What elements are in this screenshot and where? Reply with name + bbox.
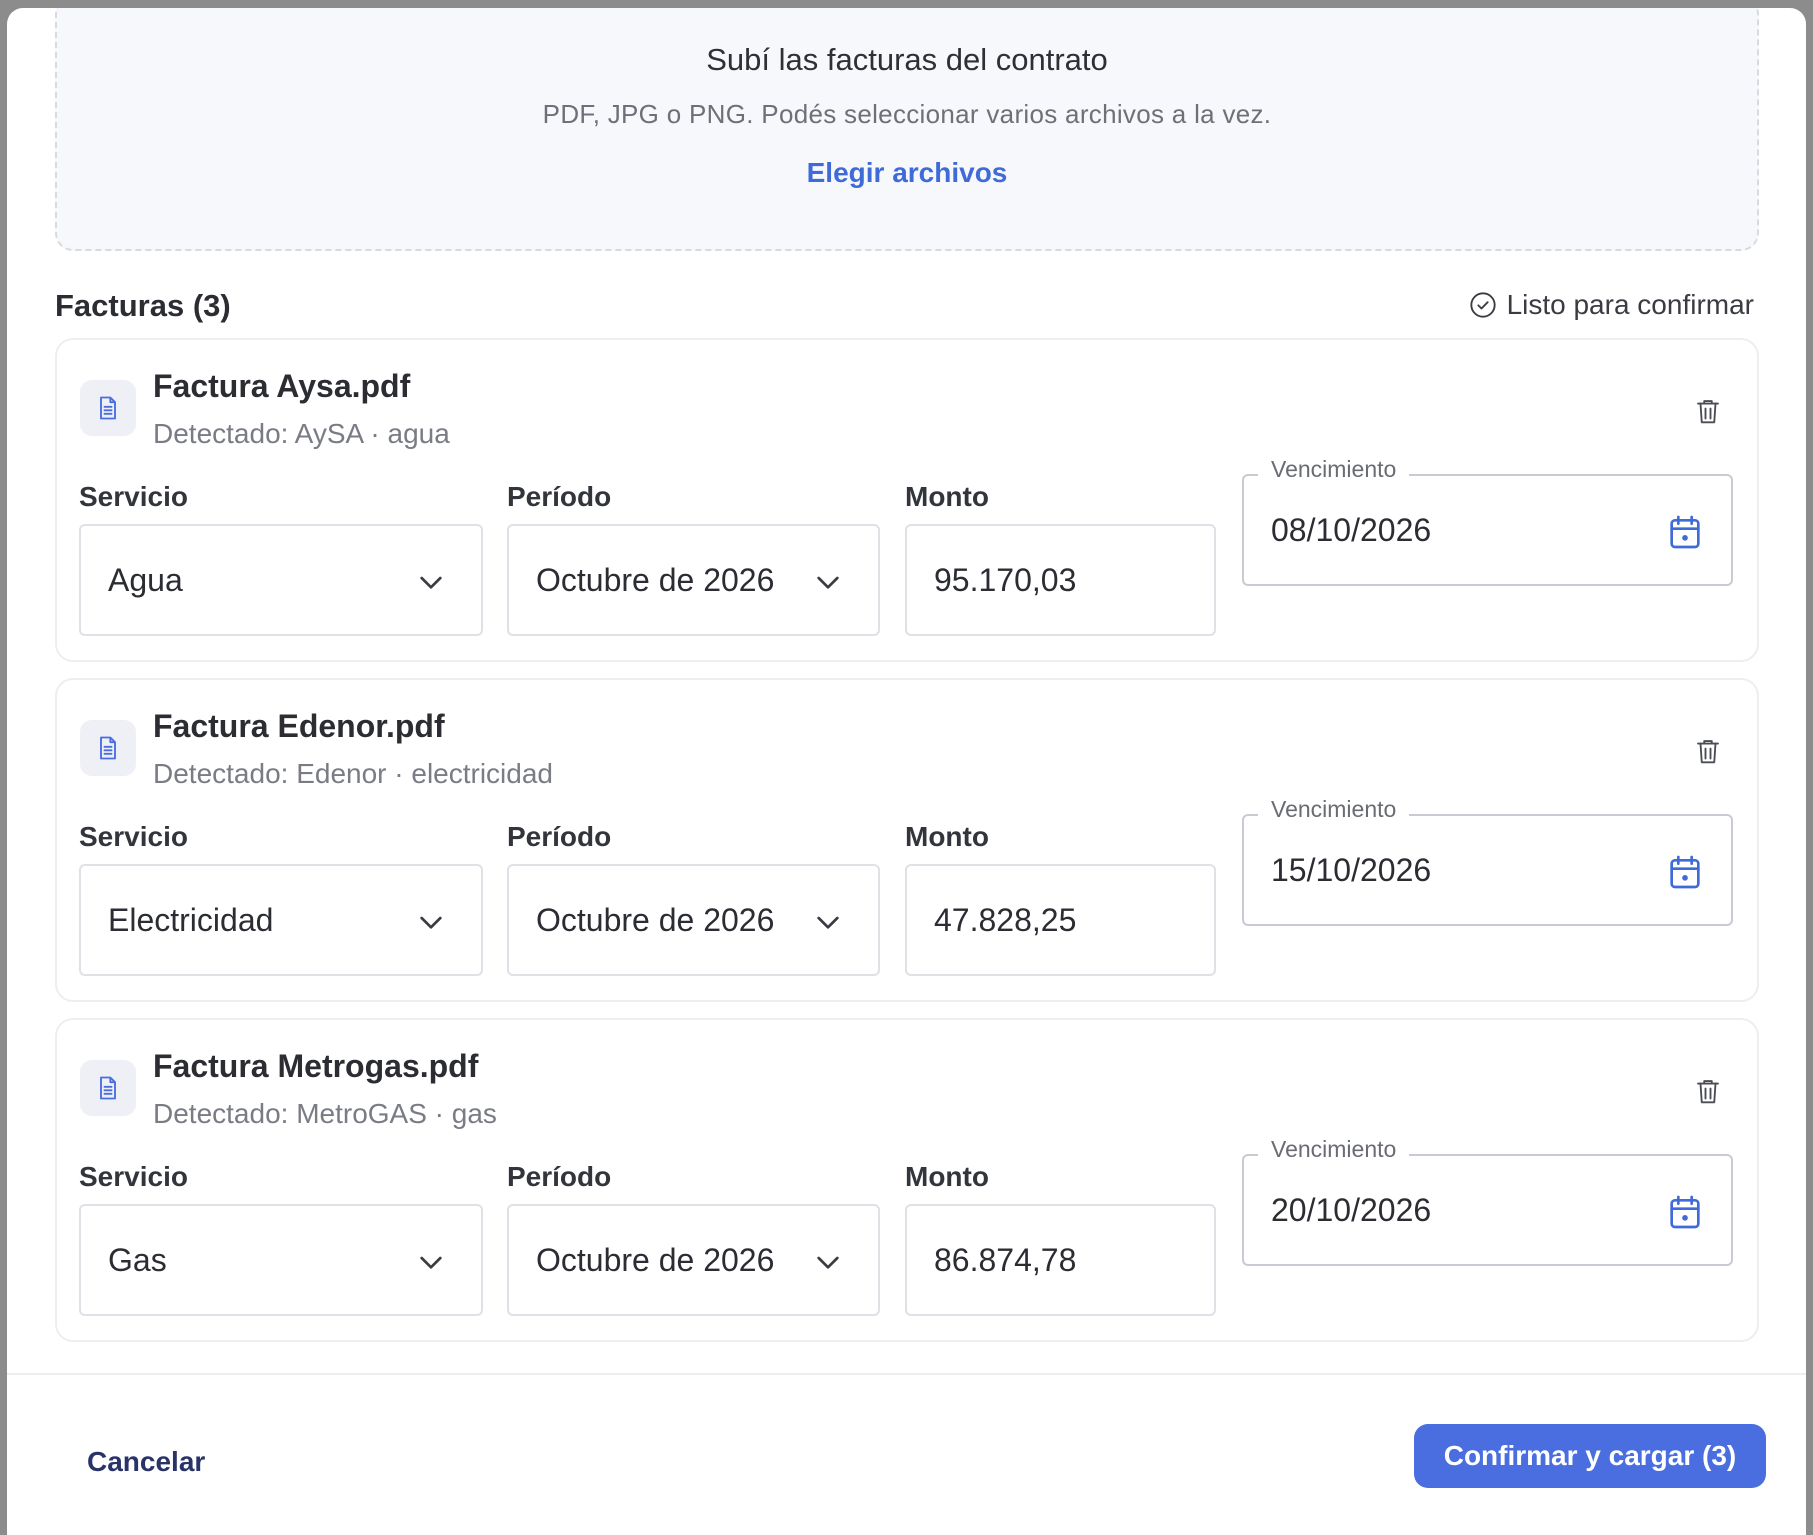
chevron-down-icon	[817, 576, 839, 589]
vencimiento-value: 15/10/2026	[1271, 851, 1432, 888]
periodo-label: Período	[507, 481, 612, 512]
vencimiento-label: Vencimiento	[1258, 796, 1410, 823]
file-name: Factura Metrogas.pdf	[153, 1048, 479, 1084]
trash-icon[interactable]	[1693, 1076, 1723, 1106]
vencimiento-value: 20/10/2026	[1271, 1191, 1432, 1228]
periodo-value: Octubre de 2026	[536, 561, 775, 598]
document-icon	[80, 380, 136, 436]
periodo-select[interactable]: Octubre de 2026	[507, 1204, 880, 1316]
trash-icon[interactable]	[1693, 396, 1723, 426]
vencimiento-date-field[interactable]: Vencimiento 15/10/2026	[1242, 796, 1733, 926]
monto-label: Monto	[905, 821, 989, 852]
monto-input[interactable]: 47.828,25	[905, 864, 1216, 976]
servicio-value: Gas	[108, 1241, 167, 1278]
trash-icon[interactable]	[1693, 736, 1723, 766]
servicio-value: Electricidad	[108, 901, 274, 938]
chevron-down-icon	[420, 1256, 442, 1269]
servicio-select[interactable]: Gas	[79, 1204, 483, 1316]
periodo-label: Período	[507, 1161, 612, 1192]
invoice-card: Factura Metrogas.pdf Detectado: MetroGAS…	[55, 1018, 1759, 1342]
monto-label: Monto	[905, 1161, 989, 1192]
vencimiento-value: 08/10/2026	[1271, 511, 1432, 548]
document-icon	[80, 720, 136, 776]
monto-label: Monto	[905, 481, 989, 512]
monto-input[interactable]: 95.170,03	[905, 524, 1216, 636]
servicio-select[interactable]: Electricidad	[79, 864, 483, 976]
status-label: Listo para confirmar	[1506, 289, 1754, 320]
vencimiento-date-field[interactable]: Vencimiento 08/10/2026	[1242, 456, 1733, 586]
periodo-select[interactable]: Octubre de 2026	[507, 524, 880, 636]
file-name: Factura Aysa.pdf	[153, 368, 411, 404]
periodo-label: Período	[507, 821, 612, 852]
dropzone-subtitle: PDF, JPG o PNG. Podés seleccionar varios…	[542, 99, 1272, 129]
monto-value: 86.874,78	[934, 1241, 1077, 1278]
chevron-down-icon	[817, 916, 839, 929]
dropzone-title: Subí las facturas del contrato	[706, 42, 1108, 77]
ready-status: Listo para confirmar	[1469, 289, 1754, 321]
chevron-down-icon	[817, 1256, 839, 1269]
periodo-value: Octubre de 2026	[536, 901, 775, 938]
periodo-value: Octubre de 2026	[536, 1241, 775, 1278]
file-dropzone[interactable]: Subí las facturas del contrato PDF, JPG …	[55, 8, 1759, 251]
vencimiento-date-field[interactable]: Vencimiento 20/10/2026	[1242, 1136, 1733, 1266]
invoices-section-title: Facturas (3)	[55, 288, 231, 323]
monto-value: 47.828,25	[934, 901, 1077, 938]
chevron-down-icon	[420, 576, 442, 589]
servicio-label: Servicio	[79, 1161, 188, 1192]
vencimiento-label: Vencimiento	[1258, 1136, 1410, 1163]
monto-value: 95.170,03	[934, 561, 1077, 598]
monto-input[interactable]: 86.874,78	[905, 1204, 1216, 1316]
servicio-label: Servicio	[79, 481, 188, 512]
check-circle-icon	[1469, 292, 1496, 318]
chevron-down-icon	[420, 916, 442, 929]
invoice-card: Factura Aysa.pdf Detectado: AySA · agua …	[55, 338, 1759, 662]
document-icon	[80, 1060, 136, 1116]
periodo-select[interactable]: Octubre de 2026	[507, 864, 880, 976]
confirm-upload-button[interactable]: Confirmar y cargar (3)	[1414, 1424, 1766, 1488]
file-name: Factura Edenor.pdf	[153, 708, 445, 744]
calendar-icon[interactable]	[1665, 512, 1705, 552]
servicio-value: Agua	[108, 561, 183, 598]
vencimiento-label: Vencimiento	[1258, 456, 1410, 483]
servicio-select[interactable]: Agua	[79, 524, 483, 636]
cancel-button[interactable]: Cancelar	[87, 1446, 205, 1478]
servicio-label: Servicio	[79, 821, 188, 852]
upload-invoices-modal: Subí las facturas del contrato PDF, JPG …	[7, 8, 1806, 1535]
detected-provider: Detectado: Edenor · electricidad	[153, 758, 553, 789]
choose-files-link[interactable]: Elegir archivos	[57, 157, 1757, 189]
detected-provider: Detectado: AySA · agua	[153, 418, 450, 449]
calendar-icon[interactable]	[1665, 852, 1705, 892]
detected-provider: Detectado: MetroGAS · gas	[153, 1098, 497, 1129]
calendar-icon[interactable]	[1665, 1192, 1705, 1232]
invoice-card: Factura Edenor.pdf Detectado: Edenor · e…	[55, 678, 1759, 1002]
footer-divider	[7, 1373, 1806, 1375]
